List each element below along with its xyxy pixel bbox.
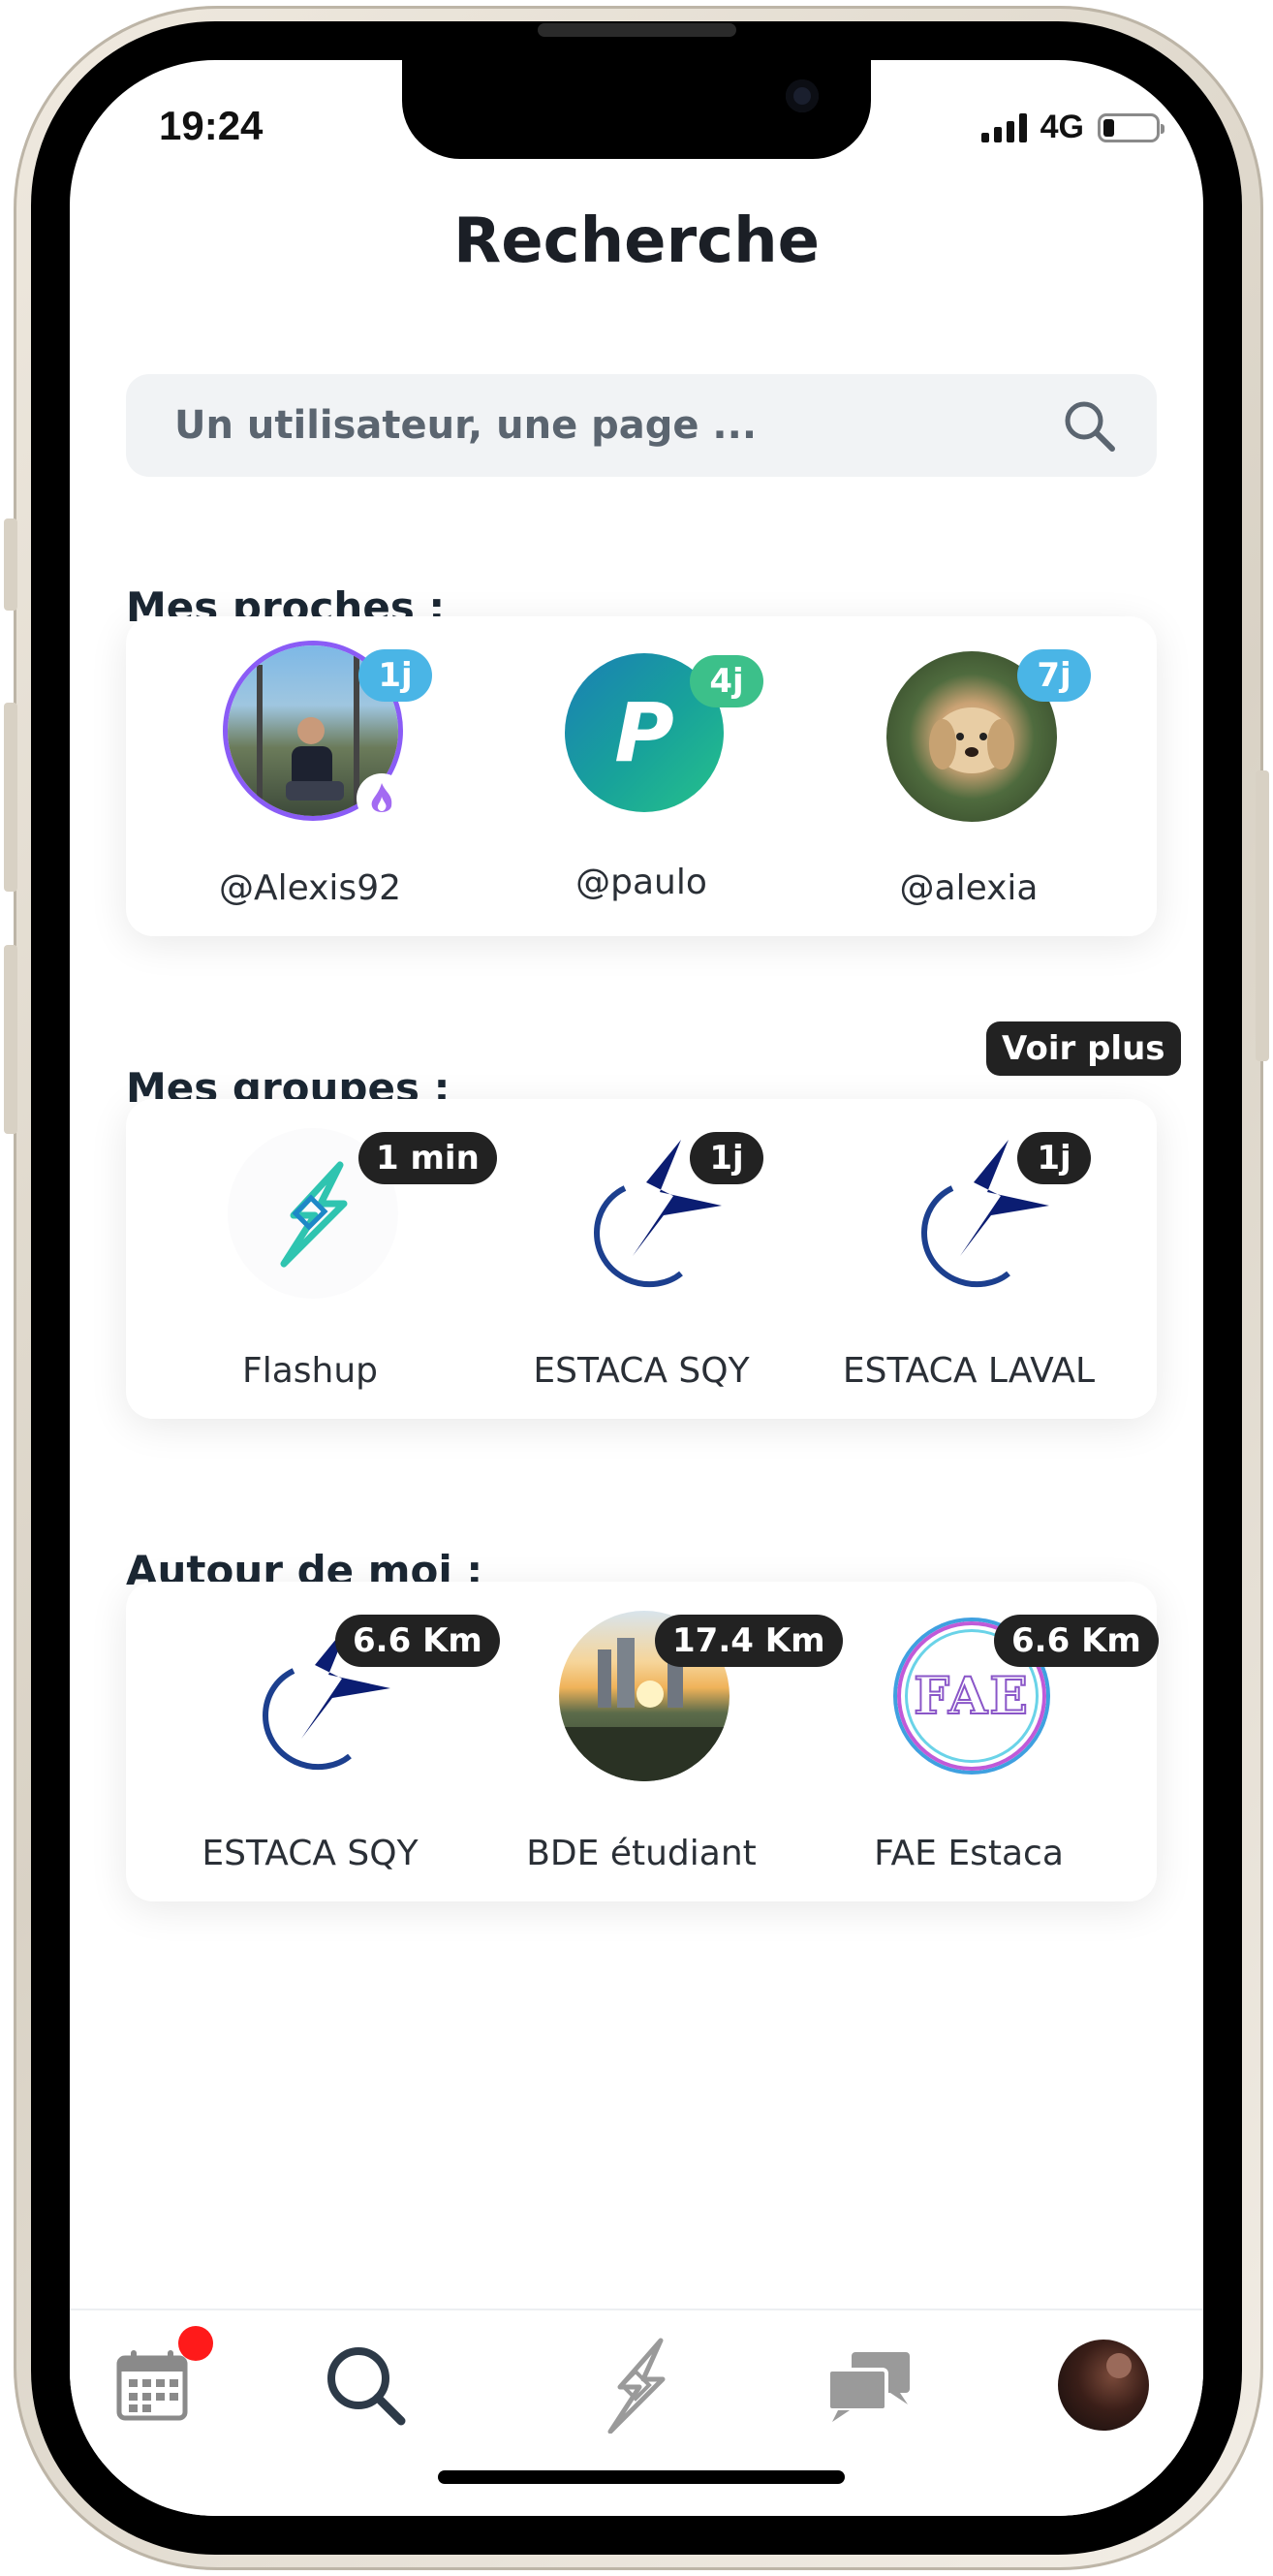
last-activity-badge: 1 min	[358, 1132, 497, 1184]
proches-card: 1j @Alexis92 P 4j @paulo 7j @alexia	[126, 616, 1157, 936]
groupes-card: 1 min Flashup 1j ESTACA SQY 1j ESTACA LA…	[126, 1099, 1157, 1419]
front-camera	[786, 79, 819, 112]
autour-label: FAE Estaca	[874, 1834, 1064, 1873]
profile-avatar	[1058, 2340, 1149, 2431]
search-icon[interactable]	[1060, 396, 1118, 455]
tab-calendar[interactable]	[99, 2326, 213, 2438]
page-title: Recherche	[452, 205, 821, 277]
calendar-icon	[116, 2350, 188, 2421]
last-activity-badge: 1j	[1017, 1132, 1091, 1184]
groupe-label: Flashup	[241, 1351, 378, 1391]
home-indicator	[438, 2470, 845, 2484]
proche-label: @Alexis92	[218, 868, 401, 908]
last-activity-badge: 1j	[690, 1132, 763, 1184]
volume-up-button	[4, 703, 17, 892]
last-active-badge: 4j	[690, 655, 763, 707]
search-bar[interactable]	[126, 374, 1157, 477]
proche-label: @alexia	[899, 868, 1039, 908]
tab-bar	[70, 2309, 1203, 2516]
distance-badge: 6.6 Km	[994, 1615, 1159, 1667]
search-icon	[327, 2347, 406, 2426]
tab-messages[interactable]	[816, 2332, 922, 2438]
silent-switch	[4, 518, 17, 611]
last-active-badge: 7j	[1017, 649, 1091, 702]
signal-icon	[980, 112, 1027, 142]
groupe-label: ESTACA SQY	[533, 1351, 750, 1391]
search-input[interactable]	[172, 402, 1060, 449]
fae-logo-text: FAE	[913, 1666, 1030, 1727]
status-icons: 4G	[980, 109, 1164, 146]
chat-icon	[826, 2352, 910, 2422]
avatar-letter: P	[614, 685, 674, 780]
tab-profile[interactable]	[1050, 2332, 1157, 2438]
network-label: 4G	[1040, 109, 1084, 145]
proche-label: @paulo	[575, 863, 707, 902]
tab-search[interactable]	[312, 2332, 419, 2438]
autour-label: BDE étudiant	[526, 1834, 757, 1873]
distance-badge: 6.6 Km	[335, 1615, 500, 1667]
power-button	[1256, 770, 1269, 1061]
flame-badge-icon	[357, 773, 407, 824]
notch	[402, 60, 871, 159]
voir-plus-button[interactable]: Voir plus	[986, 1021, 1181, 1076]
distance-badge: 17.4 Km	[655, 1615, 843, 1667]
screen: 19:24 4G Recherche Mes proches :	[70, 60, 1203, 2516]
notification-dot	[178, 2326, 213, 2361]
volume-down-button	[4, 945, 17, 1134]
autour-label: ESTACA SQY	[202, 1834, 419, 1873]
battery-icon	[1098, 112, 1164, 142]
autour-card: 6.6 Km ESTACA SQY 17.4 Km BDE étudiant F…	[126, 1582, 1159, 1901]
status-time: 19:24	[159, 103, 264, 148]
flashup-icon	[607, 2338, 666, 2434]
earpiece-speaker	[538, 23, 736, 37]
tab-flashup[interactable]	[583, 2332, 690, 2438]
last-active-badge: 1j	[358, 649, 432, 702]
groupe-label: ESTACA LAVAL	[842, 1351, 1096, 1391]
